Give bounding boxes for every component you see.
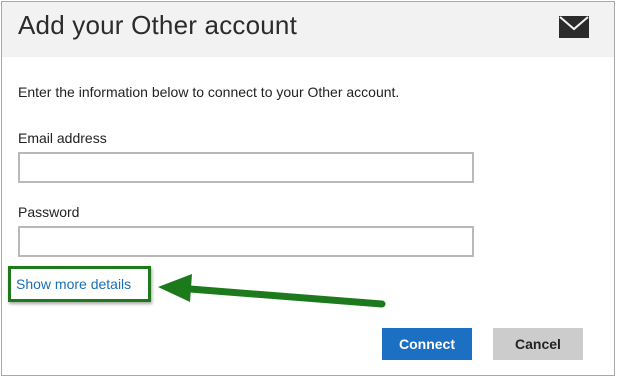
connect-button[interactable]: Connect	[382, 328, 472, 360]
dialog-header: Add your Other account	[2, 2, 614, 57]
email-label: Email address	[18, 130, 107, 146]
dialog-title: Add your Other account	[18, 10, 297, 40]
password-field[interactable]	[18, 226, 474, 257]
email-field[interactable]	[18, 152, 474, 183]
cancel-button[interactable]: Cancel	[493, 328, 583, 360]
mail-icon	[559, 16, 589, 38]
show-more-details-link[interactable]: Show more details	[16, 276, 131, 292]
arrow-annotation-icon	[158, 274, 386, 308]
password-label: Password	[18, 204, 80, 220]
instructions-text: Enter the information below to connect t…	[18, 84, 400, 100]
